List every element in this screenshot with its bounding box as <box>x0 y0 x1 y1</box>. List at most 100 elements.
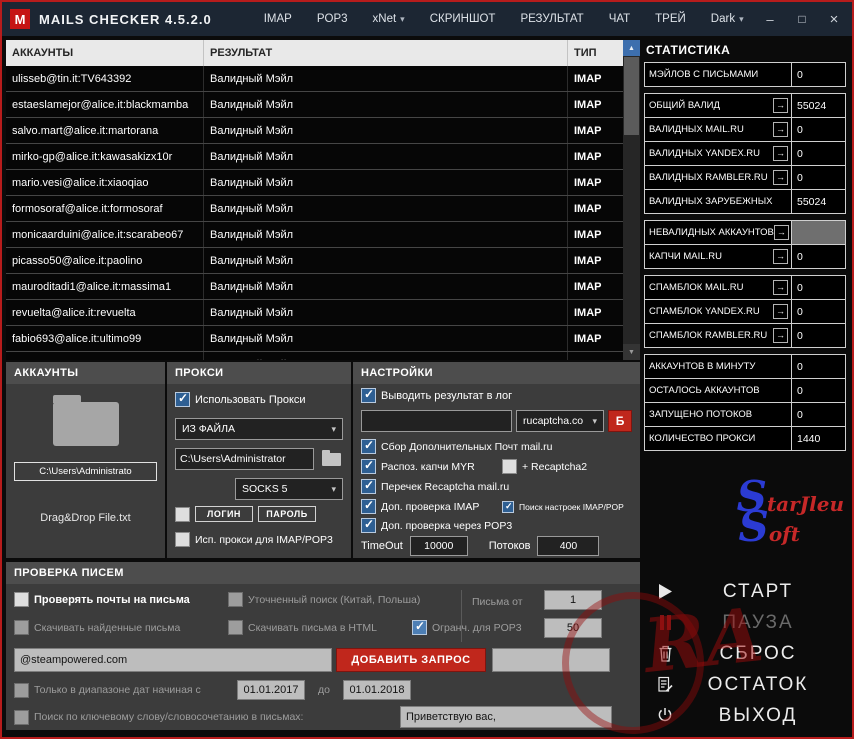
export-arrow-icon[interactable]: → <box>773 304 788 319</box>
pop3-limit-label: Огранч. для POP3 <box>432 621 522 634</box>
table-row[interactable]: mario.vesi@alice.it:xiaoqiao Валидный Мэй… <box>6 170 623 196</box>
export-arrow-icon[interactable]: → <box>773 225 789 240</box>
menu-item-result[interactable]: РЕЗУЛЬТАТ <box>520 13 583 25</box>
balance-button[interactable]: Б <box>608 410 632 432</box>
settings-panel-title: НАСТРОЙКИ <box>353 362 640 384</box>
captcha-service-select[interactable]: rucaptcha.co <box>516 410 604 432</box>
proxy-auth-checkbox[interactable] <box>175 506 190 522</box>
results-table: АККАУНТЫ РЕЗУЛЬТАТ ТИП ulisseb@tin.it:TV… <box>6 40 640 360</box>
menu-item-imap[interactable]: IMAP <box>264 13 292 25</box>
stat-value: 0 <box>791 166 845 189</box>
table-row[interactable]: picasso50@alice.it:paolino Валидный Мэйл I… <box>6 248 623 274</box>
scroll-down-icon[interactable] <box>623 344 640 360</box>
log-label: Выводить результат в лог <box>381 389 513 402</box>
menu-item-chat[interactable]: ЧАТ <box>609 13 630 25</box>
download-found-checkbox[interactable] <box>14 620 29 635</box>
proxy-imap-pop3-checkbox[interactable] <box>175 532 190 547</box>
action-start-button[interactable]: СТАРТ <box>644 576 846 607</box>
query-input[interactable] <box>14 648 332 672</box>
proxy-type-select[interactable]: SOCKS 5 <box>235 478 343 500</box>
menu-item-label: POP3 <box>316 13 348 25</box>
extra-query-input[interactable] <box>492 648 610 672</box>
letters-from-input[interactable] <box>544 590 602 610</box>
date-from-input[interactable] <box>237 680 305 700</box>
date-to-input[interactable] <box>342 680 411 700</box>
minimize-icon[interactable] <box>754 6 786 32</box>
proxy-login-field[interactable]: ЛОГИН <box>195 506 253 522</box>
stat-value: 0 <box>791 118 845 141</box>
accounts-path-box[interactable]: C:\Users\Administrato <box>14 462 157 481</box>
table-row[interactable]: revuelta@alice.it:revuelta Валидный Мэйл I… <box>6 300 623 326</box>
table-row[interactable]: ulisseb@tin.it:TV643392 Валидный Мэйл IMAP <box>6 66 623 92</box>
action-rest-button[interactable]: ОСТАТОК <box>644 669 846 700</box>
column-header-result[interactable]: РЕЗУЛЬТАТ <box>204 40 568 66</box>
table-row[interactable]: mauroditadi1@alice.it:massima1 Валидный М… <box>6 274 623 300</box>
table-row[interactable]: monicaarduini@alice.it:scarabeo67 Валидны… <box>6 222 623 248</box>
pop3-limit-input[interactable] <box>544 618 602 638</box>
column-header-type[interactable]: ТИП <box>568 40 623 66</box>
menu-item-tray[interactable]: ТРЕЙ <box>655 13 686 25</box>
maximize-icon[interactable] <box>786 6 818 32</box>
pop3-check-checkbox[interactable] <box>361 517 376 533</box>
menu-item-theme[interactable]: Dark ▾ <box>711 13 744 25</box>
scrollbar-thumb[interactable] <box>624 57 639 135</box>
column-header-accounts[interactable]: АККАУНТЫ <box>6 40 204 66</box>
use-proxy-checkbox[interactable] <box>175 391 190 407</box>
table-row[interactable]: salvo.mart@alice.it:martorana Валидный Мэ… <box>6 118 623 144</box>
folder-icon[interactable] <box>52 395 119 446</box>
cell-account: fabio693@alice.it:ultimo99 <box>6 326 204 351</box>
brand-line2-rest: oft <box>768 522 800 547</box>
add-query-button[interactable]: ДОБАВИТЬ ЗАПРОС <box>336 648 486 672</box>
recheck-recaptcha-checkbox[interactable] <box>361 478 376 494</box>
menu-item-screenshot[interactable]: СКРИНШОТ <box>430 13 496 25</box>
export-arrow-icon[interactable]: → <box>773 280 788 295</box>
captcha-key-input[interactable] <box>361 410 512 432</box>
table-row[interactable]: mirko-gp@alice.it:kawasakizx10r Валидный … <box>6 144 623 170</box>
stat-row: ВАЛИДНЫХ ЗАРУБЕЖНЫХ 55024 <box>644 189 846 214</box>
imap-check-checkbox[interactable] <box>361 498 376 514</box>
action-label: СБРОС <box>719 642 797 664</box>
table-row[interactable]: …@alice.it:…Валидный МэйлIMAP <box>6 352 623 360</box>
cell-type: IMAP <box>574 332 602 345</box>
recaptcha2-checkbox[interactable] <box>502 459 517 474</box>
export-arrow-icon[interactable]: → <box>773 146 788 161</box>
log-checkbox[interactable] <box>361 387 376 403</box>
imap-pop-settings-checkbox[interactable] <box>502 500 514 513</box>
proxy-password-field[interactable]: ПАРОЛЬ <box>258 506 316 522</box>
check-letters-checkbox[interactable] <box>14 592 29 607</box>
date-range-checkbox[interactable] <box>14 682 29 698</box>
myr-captcha-checkbox[interactable] <box>361 458 376 474</box>
timeout-input[interactable] <box>409 536 468 556</box>
export-arrow-icon[interactable]: → <box>773 170 788 185</box>
menu-item-xnet[interactable]: xNet ▾ <box>373 13 405 25</box>
pop3-limit-checkbox[interactable] <box>412 619 427 635</box>
collect-mail-checkbox[interactable] <box>361 438 376 454</box>
window-controls <box>754 6 850 32</box>
close-icon[interactable] <box>818 6 850 32</box>
keyword-input[interactable] <box>400 706 612 728</box>
threads-input[interactable] <box>537 536 600 556</box>
export-arrow-icon[interactable]: → <box>773 122 788 137</box>
action-exit-button[interactable]: ВЫХОД <box>644 700 846 731</box>
browse-folder-icon[interactable] <box>319 449 343 469</box>
table-row[interactable]: formosoraf@alice.it:formosoraf Валидный М… <box>6 196 623 222</box>
export-arrow-icon[interactable]: → <box>773 328 788 343</box>
export-arrow-icon[interactable]: → <box>773 98 788 113</box>
table-scrollbar[interactable] <box>623 40 640 360</box>
table-row[interactable]: fabio693@alice.it:ultimo99 Валидный Мэйл I… <box>6 326 623 352</box>
statistics-title: СТАТИСТИКА <box>646 43 731 57</box>
refined-search-checkbox[interactable] <box>228 592 243 607</box>
table-row[interactable]: estaeslamejor@alice.it:blackmamba Валидны… <box>6 92 623 118</box>
action-pause-button[interactable]: ПАУЗА <box>644 607 846 638</box>
proxy-source-select[interactable]: ИЗ ФАЙЛА <box>175 418 343 440</box>
stat-label-text: ОБЩИЙ ВАЛИД <box>649 100 720 111</box>
proxy-path-input[interactable] <box>175 448 314 470</box>
scroll-up-icon[interactable] <box>623 40 640 56</box>
menu-item-pop3[interactable]: POP3 <box>317 13 348 25</box>
action-reset-button[interactable]: СБРОС <box>644 638 846 669</box>
stat-label-text: АККАУНТОВ В МИНУТУ <box>649 361 756 372</box>
action-label: ПАУЗА <box>722 611 794 633</box>
keyword-checkbox[interactable] <box>14 709 29 725</box>
export-arrow-icon[interactable]: → <box>773 249 788 264</box>
download-html-checkbox[interactable] <box>228 620 243 635</box>
